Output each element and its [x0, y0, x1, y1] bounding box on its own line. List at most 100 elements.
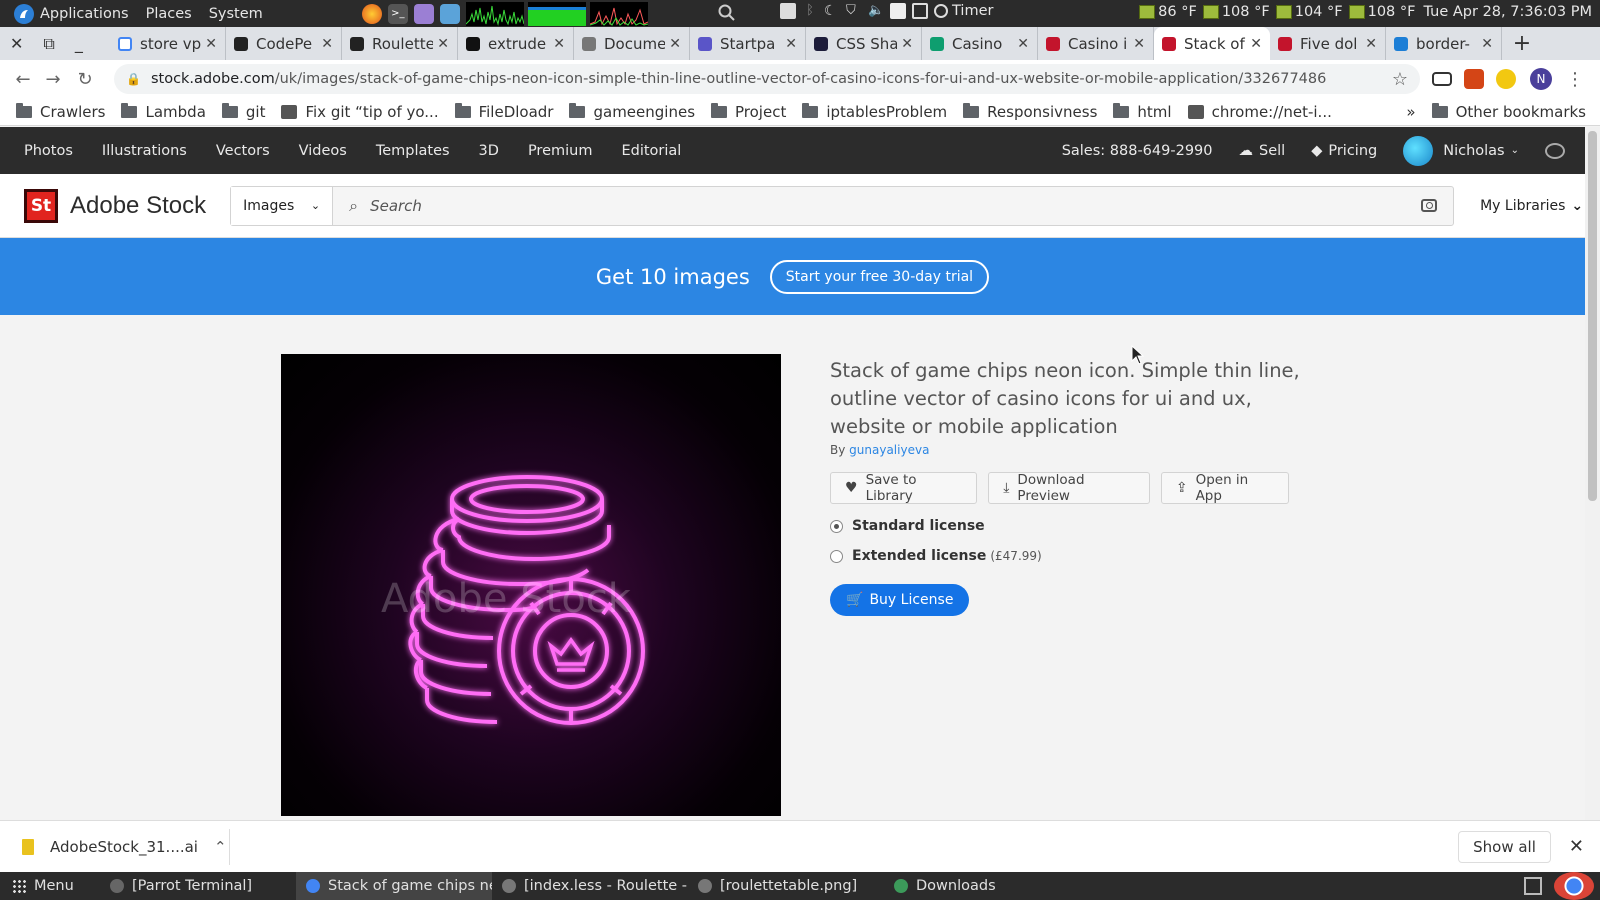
reload-icon[interactable]: ↻ [74, 69, 96, 90]
restore-window-icon[interactable]: ⧉ [43, 34, 54, 54]
bookmark-item[interactable]: iptablesProblem [802, 102, 947, 121]
clock[interactable]: Tue Apr 28, 7:36:03 PM [1424, 4, 1593, 20]
close-tab-icon[interactable]: ✕ [1481, 36, 1493, 52]
pricing-link[interactable]: ◆ Pricing [1311, 143, 1377, 159]
browser-tab[interactable]: Docume ✕ [574, 27, 690, 60]
back-icon[interactable]: ← [12, 69, 34, 90]
buy-license-button[interactable]: 🛒 Buy License [830, 584, 970, 616]
download-preview-button[interactable]: ⤓ Download Preview [988, 472, 1150, 504]
minimize-window-icon[interactable]: _ [75, 34, 83, 53]
browser-tab[interactable]: extrude ✕ [458, 27, 574, 60]
browser-tab[interactable]: Startpa ✕ [690, 27, 806, 60]
close-tab-icon[interactable]: ✕ [901, 36, 913, 52]
os-menu-applications[interactable]: Applications [40, 6, 129, 22]
browser-tab[interactable]: CodePe ✕ [226, 27, 342, 60]
sell-link[interactable]: ☁ Sell [1239, 143, 1286, 159]
bookmark-item[interactable]: Crawlers [16, 102, 105, 121]
close-tab-icon[interactable]: ✕ [785, 36, 797, 52]
nav-link[interactable]: Editorial [621, 143, 681, 159]
close-tab-icon[interactable]: ✕ [205, 36, 217, 52]
yellow-extension-icon[interactable] [1496, 69, 1516, 89]
page-scrollbar[interactable] [1585, 127, 1600, 820]
save-to-library-button[interactable]: ♥ Save to Library [830, 472, 978, 504]
app-launcher-icon[interactable] [413, 3, 434, 24]
browser-tab[interactable]: Five dol ✕ [1270, 27, 1386, 60]
nav-link[interactable]: Illustrations [102, 143, 187, 159]
standard-license-radio[interactable] [830, 519, 843, 533]
taskbar-menu-button[interactable]: Menu [12, 878, 100, 894]
scrollbar-thumb[interactable] [1588, 131, 1597, 501]
chevron-up-icon[interactable]: ⌃ [214, 838, 227, 856]
close-tab-icon[interactable]: ✕ [1133, 36, 1145, 52]
browser-tab[interactable]: store vp ✕ [110, 27, 226, 60]
nav-link[interactable]: Vectors [216, 143, 270, 159]
download-item[interactable]: AdobeStock_31....ai ⌃ [22, 828, 230, 865]
bookmark-item[interactable]: git [221, 102, 265, 121]
bookmark-item[interactable]: Lambda [121, 102, 206, 121]
screenshot-icon[interactable] [780, 3, 796, 19]
url-text[interactable]: stock.adobe.com/uk/images/stack-of-game-… [151, 71, 1392, 87]
bookmark-item[interactable]: Project [711, 102, 786, 121]
taskbar-window[interactable]: [index.less - Roulette - ... [492, 872, 688, 900]
close-tab-icon[interactable]: ✕ [1250, 36, 1262, 52]
adobe-stock-logo[interactable]: St [24, 188, 58, 223]
search-type-select[interactable]: Images ⌄ [231, 186, 334, 225]
browser-tab[interactable]: Casino i ✕ [1038, 27, 1154, 60]
other-bookmarks[interactable]: Other bookmarks [1431, 102, 1586, 121]
bookmark-item[interactable]: gameengines [569, 102, 695, 121]
new-tab-button[interactable]: + [1502, 27, 1542, 60]
nav-link[interactable]: Photos [24, 143, 73, 159]
parrot-logo-icon[interactable] [14, 3, 34, 24]
browser-tab[interactable]: Roulette ✕ [342, 27, 458, 60]
os-menu-system[interactable]: System [209, 6, 263, 22]
extended-license-option[interactable]: Extended license (£47.99) [830, 548, 1300, 564]
bookmarks-overflow-button[interactable]: » [1406, 103, 1415, 121]
display-icon[interactable] [912, 3, 928, 19]
close-window-icon[interactable]: ✕ [10, 34, 23, 53]
free-trial-button[interactable]: Start your free 30-day trial [769, 259, 990, 294]
lock-icon[interactable]: 🔒 [126, 72, 141, 86]
search-icon[interactable] [718, 4, 736, 26]
browser-tab[interactable]: CSS Sha ✕ [806, 27, 922, 60]
cast-extension-icon[interactable] [1432, 72, 1452, 86]
red-extension-icon[interactable] [1464, 69, 1484, 89]
bluetooth-icon[interactable]: ᛒ [802, 3, 818, 19]
timer-icon[interactable] [934, 4, 948, 18]
taskbar-window[interactable]: [roulettetable.png] [688, 872, 884, 900]
notes-icon[interactable] [439, 3, 460, 24]
show-all-downloads-button[interactable]: Show all [1458, 830, 1551, 863]
close-tab-icon[interactable]: ✕ [553, 36, 565, 52]
os-menu-places[interactable]: Places [146, 6, 192, 22]
bookmark-item[interactable]: Responsivness [963, 102, 1097, 121]
bookmark-item[interactable]: html [1113, 102, 1172, 121]
open-in-app-button[interactable]: ⇪ Open in App [1160, 472, 1289, 504]
asset-preview-image[interactable]: Adobe Stock [281, 354, 781, 816]
bookmark-item[interactable]: FileDloadr [454, 102, 553, 121]
nav-link[interactable]: Videos [299, 143, 347, 159]
volume-icon[interactable]: 🔈 [868, 3, 884, 19]
forward-icon[interactable]: → [42, 69, 64, 90]
standard-license-option[interactable]: Standard license [830, 518, 1300, 534]
address-bar[interactable]: 🔒 stock.adobe.com/uk/images/stack-of-gam… [114, 64, 1420, 94]
camera-search-icon[interactable] [1421, 199, 1438, 212]
close-tab-icon[interactable]: ✕ [321, 36, 333, 52]
firefox-icon[interactable] [361, 3, 382, 24]
extended-license-radio[interactable] [830, 549, 843, 563]
browser-menu-icon[interactable]: ⋮ [1566, 69, 1584, 90]
terminal-icon[interactable]: >_ [387, 3, 408, 24]
author-link[interactable]: gunayaliyeva [849, 443, 929, 457]
workspace-icon[interactable] [1524, 877, 1542, 895]
browser-tab[interactable]: border- ✕ [1386, 27, 1502, 60]
chrome-icon[interactable] [1554, 872, 1594, 900]
clipboard-icon[interactable] [890, 3, 906, 19]
nav-link[interactable]: 3D [479, 143, 499, 159]
browser-tab[interactable]: Casino ✕ [922, 27, 1038, 60]
close-tab-icon[interactable]: ✕ [1365, 36, 1377, 52]
profile-avatar[interactable]: N [1530, 68, 1552, 90]
close-tab-icon[interactable]: ✕ [669, 36, 681, 52]
taskbar-window[interactable]: Stack of game chips ne... [296, 872, 492, 900]
close-shelf-icon[interactable]: ✕ [1569, 836, 1584, 857]
bookmark-item[interactable]: Fix git “tip of yo... [281, 103, 439, 121]
timer-label[interactable]: Timer [952, 3, 993, 19]
search-input[interactable]: ⌕ Search [333, 187, 1421, 225]
